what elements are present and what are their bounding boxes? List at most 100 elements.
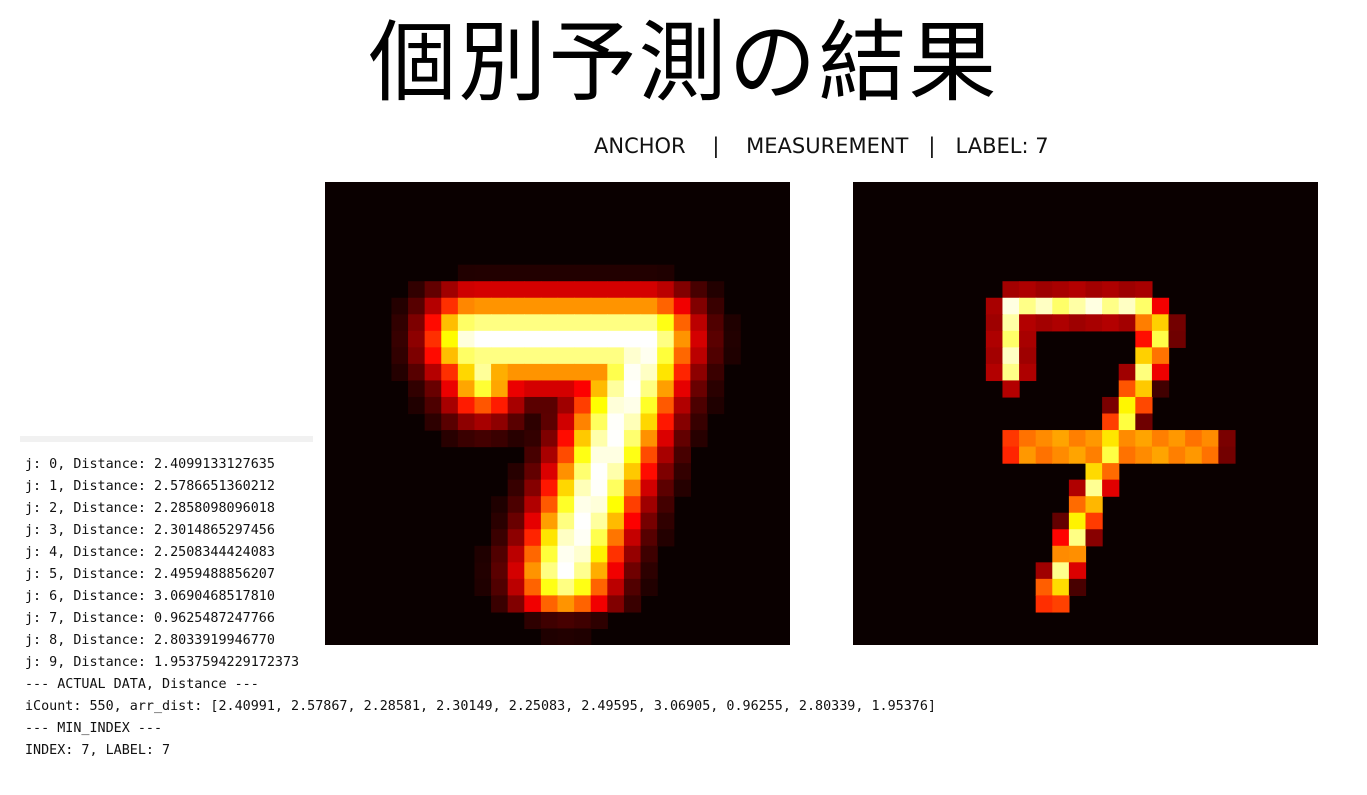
measurement-pixel — [1151, 297, 1170, 315]
anchor-pixel — [640, 562, 658, 580]
anchor-pixel — [507, 314, 525, 332]
anchor-pixel — [457, 363, 476, 382]
anchor-pixel — [524, 363, 542, 382]
anchor-pixel — [623, 562, 642, 580]
anchor-pixel — [690, 330, 708, 348]
anchor-pixel — [507, 463, 525, 481]
anchor-pixel — [590, 479, 608, 497]
anchor-pixel — [557, 413, 575, 431]
anchor-pixel — [491, 578, 509, 596]
measurement-pixel — [1052, 297, 1070, 315]
anchor-pixel — [607, 264, 625, 282]
anchor-pixel — [590, 363, 608, 382]
anchor-pixel — [540, 413, 559, 431]
anchor-pixel — [640, 430, 658, 448]
anchor-pixel — [491, 297, 509, 315]
anchor-pixel — [723, 314, 741, 332]
anchor-pixel — [557, 363, 575, 382]
anchor-pixel — [640, 545, 658, 563]
anchor-pixel — [673, 446, 691, 464]
anchor-pixel — [640, 330, 658, 348]
anchor-pixel — [690, 413, 708, 431]
anchor-heatmap — [391, 264, 741, 645]
measurement-pixel — [1068, 281, 1087, 299]
anchor-pixel — [574, 297, 592, 315]
measurement-pixel — [1052, 314, 1070, 332]
anchor-pixel — [574, 628, 592, 645]
anchor-pixel — [623, 446, 642, 464]
measurement-pixel — [1102, 413, 1120, 431]
anchor-pixel — [524, 330, 542, 348]
anchor-pixel — [507, 562, 525, 580]
anchor-pixel — [557, 396, 575, 415]
anchor-pixel — [441, 281, 459, 299]
anchor-pixel — [690, 347, 708, 365]
measurement-pixel — [1102, 396, 1120, 415]
anchor-pixel — [657, 396, 675, 415]
measurement-pixel — [1085, 446, 1103, 464]
anchor-pixel — [557, 297, 575, 315]
anchor-pixel — [557, 545, 575, 563]
measurement-pixel — [1201, 430, 1219, 448]
measurement-pixel — [1102, 446, 1120, 464]
anchor-pixel — [424, 297, 442, 315]
anchor-pixel — [640, 463, 658, 481]
anchor-pixel — [574, 330, 592, 348]
measurement-pixel — [1052, 595, 1070, 613]
anchor-pixel — [673, 479, 691, 497]
anchor-pixel — [524, 512, 542, 530]
anchor-pixel — [540, 347, 559, 365]
anchor-pixel — [457, 281, 476, 299]
anchor-pixel — [524, 314, 542, 332]
measurement-pixel — [985, 347, 1004, 365]
anchor-pixel — [590, 578, 608, 596]
anchor-pixel — [474, 545, 492, 563]
anchor-pixel — [507, 430, 525, 448]
anchor-pixel — [540, 512, 559, 530]
measurement-pixel — [1052, 545, 1070, 563]
measurement-pixel — [1201, 446, 1219, 464]
anchor-pixel — [457, 413, 476, 431]
anchor-pixel — [491, 496, 509, 514]
anchor-pixel — [590, 463, 608, 481]
anchor-pixel — [623, 363, 642, 382]
anchor-pixel — [590, 529, 608, 547]
measurement-pixel — [1068, 297, 1087, 315]
measurement-pixel — [1102, 479, 1120, 497]
measurement-pixel — [1002, 314, 1020, 332]
anchor-pixel — [557, 562, 575, 580]
anchor-pixel — [590, 512, 608, 530]
measurement-pixel — [1135, 396, 1153, 415]
measurement-pixel — [1052, 562, 1070, 580]
subtitle-separator-2: | — [928, 134, 936, 158]
anchor-pixel — [623, 595, 642, 613]
anchor-pixel — [474, 281, 492, 299]
measurement-pixel — [1168, 446, 1186, 464]
measurement-pixel — [1002, 281, 1020, 299]
anchor-pixel — [540, 611, 559, 630]
anchor-pixel — [673, 314, 691, 332]
anchor-pixel — [474, 430, 492, 448]
anchor-pixel — [574, 413, 592, 431]
anchor-pixel — [590, 413, 608, 431]
anchor-pixel — [574, 578, 592, 596]
anchor-pixel — [491, 396, 509, 415]
measurement-pixel — [1085, 479, 1103, 497]
measurement-pixel — [1085, 314, 1103, 332]
anchor-pixel — [590, 330, 608, 348]
console-scrollbar[interactable] — [20, 436, 313, 442]
measurement-pixel — [1118, 430, 1136, 448]
anchor-pixel — [623, 281, 642, 299]
anchor-pixel — [424, 314, 442, 332]
anchor-pixel — [557, 512, 575, 530]
anchor-pixel — [657, 463, 675, 481]
anchor-pixel — [690, 396, 708, 415]
measurement-pixel — [1118, 363, 1136, 382]
anchor-pixel — [557, 281, 575, 299]
measurement-pixel — [1002, 363, 1020, 382]
anchor-pixel — [557, 314, 575, 332]
anchor-pixel — [657, 529, 675, 547]
anchor-pixel — [524, 380, 542, 398]
measurement-pixel — [1068, 430, 1087, 448]
anchor-pixel — [574, 446, 592, 464]
